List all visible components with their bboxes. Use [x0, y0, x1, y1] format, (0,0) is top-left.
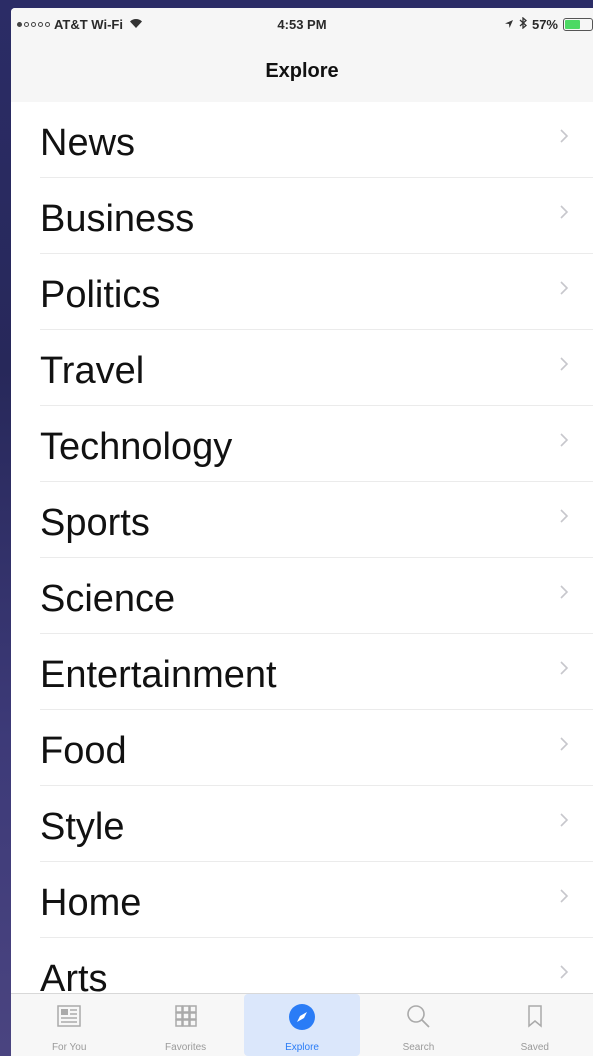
category-label: Technology — [40, 426, 233, 468]
category-row-entertainment[interactable]: Entertainment — [11, 634, 593, 710]
category-row-science[interactable]: Science — [11, 558, 593, 634]
category-label: Politics — [40, 274, 161, 316]
category-row-business[interactable]: Business — [11, 178, 593, 254]
category-row-sports[interactable]: Sports — [11, 482, 593, 558]
battery-percent: 57% — [531, 17, 558, 32]
chevron-right-icon — [557, 582, 571, 602]
chevron-right-icon — [557, 658, 571, 678]
category-row-news[interactable]: News — [11, 102, 593, 178]
category-row-travel[interactable]: Travel — [11, 330, 593, 406]
category-row-style[interactable]: Style — [11, 786, 593, 862]
compass-icon — [287, 1002, 317, 1037]
chevron-right-icon — [557, 202, 571, 222]
chevron-right-icon — [557, 354, 571, 374]
tab-bar: For You Favorites Explore Search Saved — [11, 993, 593, 1056]
category-label: News — [40, 122, 136, 164]
search-icon — [404, 1002, 432, 1035]
navigation-bar: Explore — [11, 42, 593, 102]
category-label: Entertainment — [40, 654, 277, 696]
tab-favorites[interactable]: Favorites — [127, 994, 243, 1056]
page-title: Explore — [265, 60, 339, 82]
tab-saved[interactable]: Saved — [477, 994, 593, 1056]
category-label: Travel — [40, 350, 145, 392]
bluetooth-icon — [519, 16, 527, 32]
tab-for-you[interactable]: For You — [11, 994, 127, 1056]
chevron-right-icon — [557, 278, 571, 298]
chevron-right-icon — [557, 810, 571, 830]
tab-label: For You — [51, 1042, 87, 1053]
chevron-right-icon — [557, 886, 571, 906]
tab-label: Search — [402, 1042, 435, 1053]
tab-label: Favorites — [165, 1042, 207, 1053]
tab-label: Saved — [520, 1042, 549, 1053]
category-label: Home — [40, 882, 142, 924]
tab-label: Explore — [285, 1042, 319, 1053]
location-arrow-icon — [504, 17, 514, 32]
category-row-home[interactable]: Home — [11, 862, 593, 938]
category-row-politics[interactable]: Politics — [11, 254, 593, 330]
battery-fill — [565, 20, 580, 29]
chevron-right-icon — [557, 430, 571, 450]
chevron-right-icon — [557, 506, 571, 526]
status-right: 57% — [504, 16, 593, 32]
category-row-technology[interactable]: Technology — [11, 406, 593, 482]
category-label: Business — [40, 198, 195, 240]
tab-search[interactable]: Search — [360, 994, 476, 1056]
category-list: News Business Politics Travel Technology Spor… — [11, 102, 593, 1014]
category-label: Food — [40, 730, 127, 772]
status-bar: AT&T Wi-Fi 4:53 PM 57% — [11, 8, 593, 42]
category-label: Sports — [40, 502, 150, 544]
battery-icon — [563, 18, 593, 31]
tab-explore[interactable]: Explore — [243, 994, 361, 1056]
category-label: Style — [40, 806, 125, 848]
phone-screen: AT&T Wi-Fi 4:53 PM 57% Explore News Busin… — [11, 8, 593, 1056]
category-row-food[interactable]: Food — [11, 710, 593, 786]
chevron-right-icon — [557, 126, 571, 146]
category-label: Science — [40, 578, 176, 620]
for-you-icon — [55, 1002, 83, 1035]
favorites-grid-icon — [172, 1002, 200, 1035]
chevron-right-icon — [557, 734, 571, 754]
bookmark-icon — [521, 1002, 549, 1035]
chevron-right-icon — [557, 962, 571, 982]
